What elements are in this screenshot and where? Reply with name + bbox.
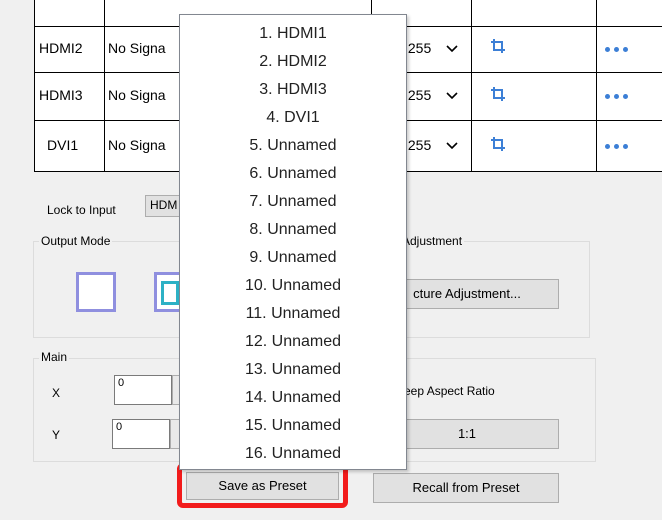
preset-item[interactable]: 1. HDMI1 [180,23,406,45]
preset-item[interactable]: 13. Unnamed [180,359,406,381]
adjustment-title: Adjustment [400,234,465,248]
preset-item[interactable]: 4. DVI1 [180,107,406,129]
more-options-icon[interactable] [605,141,632,152]
preset-item[interactable]: 11. Unnamed [180,303,406,325]
preset-item[interactable]: 16. Unnamed [180,443,406,465]
row-input-name: HDMI2 [39,40,83,56]
keep-aspect-ratio-label[interactable]: eep Aspect Ratio [404,384,495,398]
crop-icon[interactable] [490,136,506,152]
recall-from-preset-button[interactable]: Recall from Preset [373,473,559,503]
preset-item[interactable]: 6. Unnamed [180,163,406,185]
save-as-preset-button[interactable]: Save as Preset [186,472,339,500]
more-options-icon[interactable] [605,91,632,102]
preset-item[interactable]: 8. Unnamed [180,219,406,241]
x-label: X [52,386,61,400]
crop-icon[interactable] [490,38,506,54]
preset-item[interactable]: 5. Unnamed [180,135,406,157]
row-input-name: HDMI3 [39,87,83,103]
y-input[interactable]: 0 [112,419,170,449]
row-value: :255 [404,137,432,153]
row-signal-status: No Signa [108,87,166,103]
row-value: :255 [404,87,432,103]
lock-to-input-label: Lock to Input [47,203,116,217]
main-title: Main [39,350,70,364]
output-mode-title: Output Mode [39,234,113,248]
preset-item[interactable]: 14. Unnamed [180,387,406,409]
more-options-icon[interactable] [605,44,632,55]
row-signal-status: No Signa [108,137,166,153]
row-value: :255 [404,40,432,56]
crop-icon[interactable] [490,86,506,102]
chevron-down-icon[interactable] [446,44,458,54]
y-label: Y [52,428,61,442]
preset-item[interactable]: 12. Unnamed [180,331,406,353]
chevron-down-icon[interactable] [446,91,458,101]
chevron-down-icon[interactable] [446,141,458,151]
preset-dropdown-list: 1. HDMI1 2. HDMI2 3. HDMI3 4. DVI1 5. Un… [179,14,407,470]
preset-item[interactable]: 9. Unnamed [180,247,406,269]
preset-item[interactable]: 10. Unnamed [180,275,406,297]
x-input[interactable]: 0 [114,375,172,405]
row-signal-status: No Signa [108,40,166,56]
preset-item[interactable]: 2. HDMI2 [180,51,406,73]
preset-item[interactable]: 15. Unnamed [180,415,406,437]
preset-item[interactable]: 3. HDMI3 [180,79,406,101]
single-output-mode-button[interactable] [76,272,116,312]
split-mode-icon [161,281,179,305]
row-input-name: DVI1 [47,137,79,153]
preset-item[interactable]: 7. Unnamed [180,191,406,213]
